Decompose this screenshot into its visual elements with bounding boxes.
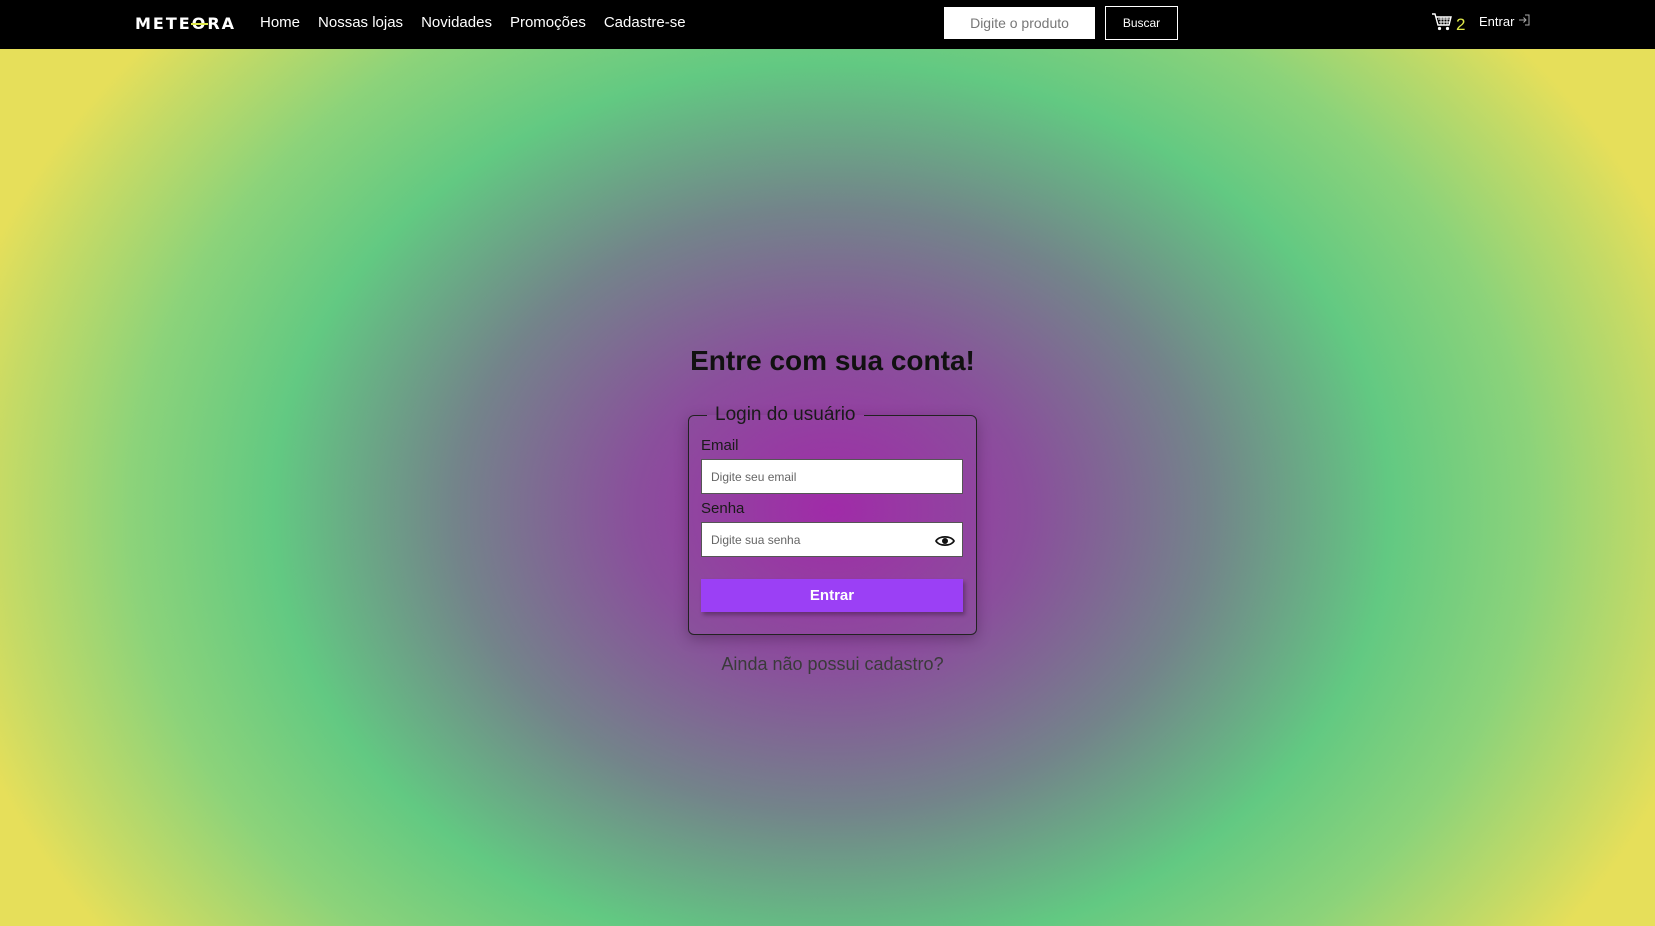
password-field[interactable]	[701, 522, 963, 557]
meteora-logo[interactable]: MET E O RA	[135, 14, 236, 34]
cart-count-badge: 2	[1456, 14, 1466, 34]
header-login-label: Entrar	[1479, 14, 1515, 29]
cart-button[interactable]: 2	[1431, 12, 1465, 37]
password-label: Senha	[701, 500, 745, 517]
header-login-link[interactable]: Entrar	[1479, 14, 1530, 29]
nav-link-novidades[interactable]: Novidades	[421, 13, 492, 33]
email-field[interactable]	[701, 459, 963, 494]
login-submit-button[interactable]: Entrar	[701, 579, 963, 612]
main-nav: Home Nossas lojas Novidades Promoções Ca…	[260, 13, 686, 33]
nav-link-home[interactable]: Home	[260, 13, 300, 33]
top-navbar: MET E O RA Home Nossas lojas Novidades Prom…	[0, 0, 1655, 49]
password-wrapper	[701, 522, 964, 557]
page-title: Entre com sua conta!	[690, 345, 975, 376]
nav-link-promocoes[interactable]: Promoções	[510, 13, 586, 33]
email-label: Email	[701, 437, 739, 454]
product-search-input[interactable]	[944, 7, 1095, 39]
search-button[interactable]: Buscar	[1105, 6, 1178, 40]
nav-link-nossas-lojas[interactable]: Nossas lojas	[318, 13, 403, 33]
signup-link[interactable]: Ainda não possui cadastro?	[0, 654, 1655, 675]
nav-link-cadastre-se[interactable]: Cadastre-se	[604, 13, 686, 33]
login-form-legend: Login do usuário	[715, 404, 856, 425]
login-arrow-icon	[1518, 14, 1530, 29]
login-form: Login do usuário Email Senha Entrar	[688, 404, 977, 635]
eye-icon[interactable]	[934, 534, 956, 553]
cart-icon	[1431, 12, 1453, 37]
